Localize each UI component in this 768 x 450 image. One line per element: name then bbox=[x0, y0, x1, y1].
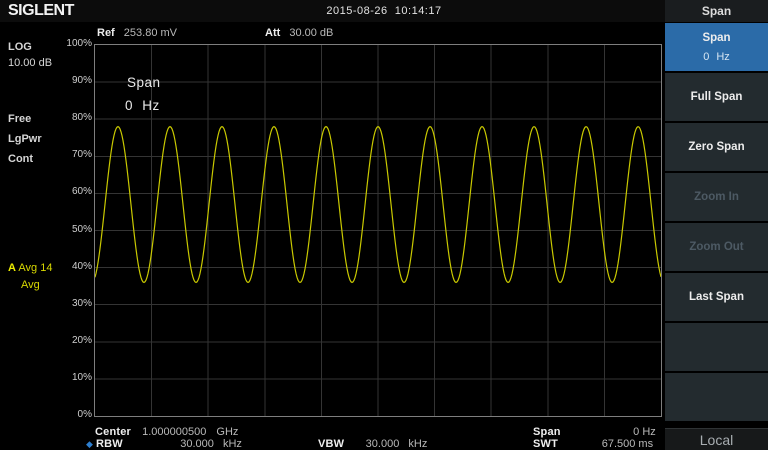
softkey-zoom-out: Zoom Out bbox=[665, 223, 768, 271]
menu-title: Span bbox=[665, 0, 768, 22]
vbw-label: VBW bbox=[318, 438, 344, 450]
rbw-label: RBW bbox=[96, 438, 123, 450]
softkey-zero-span[interactable]: Zero Span bbox=[665, 123, 768, 171]
trace-plot bbox=[95, 45, 661, 416]
att-value: 30.00 dB bbox=[289, 27, 333, 39]
softkey-span-sublabel: 0 Hz bbox=[703, 51, 730, 63]
ref-label: Ref bbox=[97, 27, 115, 39]
y-tick: 50% bbox=[40, 224, 92, 235]
softkey-span[interactable]: Span 0 Hz bbox=[665, 23, 768, 71]
scale-type-label: LOG bbox=[8, 41, 32, 53]
softkey-full-span[interactable]: Full Span bbox=[665, 73, 768, 121]
rbw-value: 30.000 bbox=[126, 438, 214, 450]
swt-value: 67.500 ms bbox=[561, 438, 653, 450]
center-label: Center bbox=[95, 426, 131, 438]
center-freq-readout: Center 1.000000500 GHz bbox=[95, 426, 238, 438]
y-tick: 60% bbox=[40, 186, 92, 197]
y-tick: 0% bbox=[40, 409, 92, 420]
trigger-mode-label: Free bbox=[8, 113, 31, 125]
y-tick: 100% bbox=[40, 38, 92, 49]
span-label: Span bbox=[533, 426, 561, 438]
spectrum-analyzer-screen: SIGLENT 2015-08-26 10:14:17 Ref 253.80 m… bbox=[0, 0, 768, 450]
y-tick: 80% bbox=[40, 112, 92, 123]
softkey-span-label: Span bbox=[702, 32, 730, 44]
y-tick: 90% bbox=[40, 75, 92, 86]
span-annotation-line2: 0 Hz bbox=[125, 98, 161, 113]
datetime-display: 2015-08-26 10:14:17 bbox=[326, 5, 441, 17]
span-value: 0 Hz bbox=[564, 426, 656, 438]
ref-level-readout: Ref 253.80 mV bbox=[97, 27, 177, 39]
softkey-zero-span-label: Zero Span bbox=[688, 141, 744, 153]
center-unit: GHz bbox=[216, 426, 238, 438]
span-readout: Span 0 Hz bbox=[533, 426, 656, 438]
scale-value-label: 10.00 dB bbox=[8, 57, 52, 69]
y-tick: 30% bbox=[40, 298, 92, 309]
softkey-blank-1 bbox=[665, 323, 768, 371]
softkey-full-span-label: Full Span bbox=[691, 91, 743, 103]
vbw-readout: VBW 30.000 kHz bbox=[318, 438, 427, 450]
softkey-blank-2 bbox=[665, 373, 768, 421]
ref-value: 253.80 mV bbox=[124, 27, 177, 39]
span-annotation-line1: Span bbox=[127, 75, 161, 90]
y-tick: 70% bbox=[40, 149, 92, 160]
rbw-readout: ◆ RBW 30.000 kHz bbox=[86, 438, 242, 450]
softkey-zoom-in-label: Zoom In bbox=[694, 191, 739, 203]
detector-mode-label: LgPwr bbox=[8, 133, 42, 145]
y-tick: 20% bbox=[40, 335, 92, 346]
softkey-zoom-out-label: Zoom Out bbox=[689, 241, 743, 253]
span-annotation: Span 0 Hz bbox=[127, 75, 161, 113]
softkey-buttons: Span 0 Hz Full Span Zero Span Zoom In Zo… bbox=[665, 23, 768, 423]
top-status-bar: SIGLENT 2015-08-26 10:14:17 bbox=[0, 0, 665, 22]
att-label: Att bbox=[265, 27, 280, 39]
rbw-marker-icon: ◆ bbox=[86, 439, 93, 449]
vbw-value: 30.000 bbox=[347, 438, 399, 450]
y-tick: 10% bbox=[40, 372, 92, 383]
brand-logo: SIGLENT bbox=[8, 2, 74, 20]
local-button[interactable]: Local bbox=[665, 428, 768, 450]
softkey-zoom-in: Zoom In bbox=[665, 173, 768, 221]
trace-mode-2: Avg bbox=[21, 279, 40, 291]
attenuation-readout: Att 30.00 dB bbox=[265, 27, 333, 39]
swt-label: SWT bbox=[533, 438, 558, 450]
center-value: 1.000000500 bbox=[142, 426, 206, 438]
softkey-last-span-label: Last Span bbox=[689, 291, 744, 303]
rbw-unit: kHz bbox=[223, 438, 242, 450]
sweep-mode-label: Cont bbox=[8, 153, 33, 165]
trace-flag: A bbox=[8, 262, 16, 274]
vbw-unit: kHz bbox=[408, 438, 427, 450]
softkey-last-span[interactable]: Last Span bbox=[665, 273, 768, 321]
swt-readout: SWT 67.500 ms bbox=[533, 438, 653, 450]
y-tick: 40% bbox=[40, 261, 92, 272]
softkey-menu-panel: Span Span 0 Hz Full Span Zero Span Zoom … bbox=[665, 0, 768, 450]
trace-display-area: Span 0 Hz bbox=[94, 44, 662, 417]
